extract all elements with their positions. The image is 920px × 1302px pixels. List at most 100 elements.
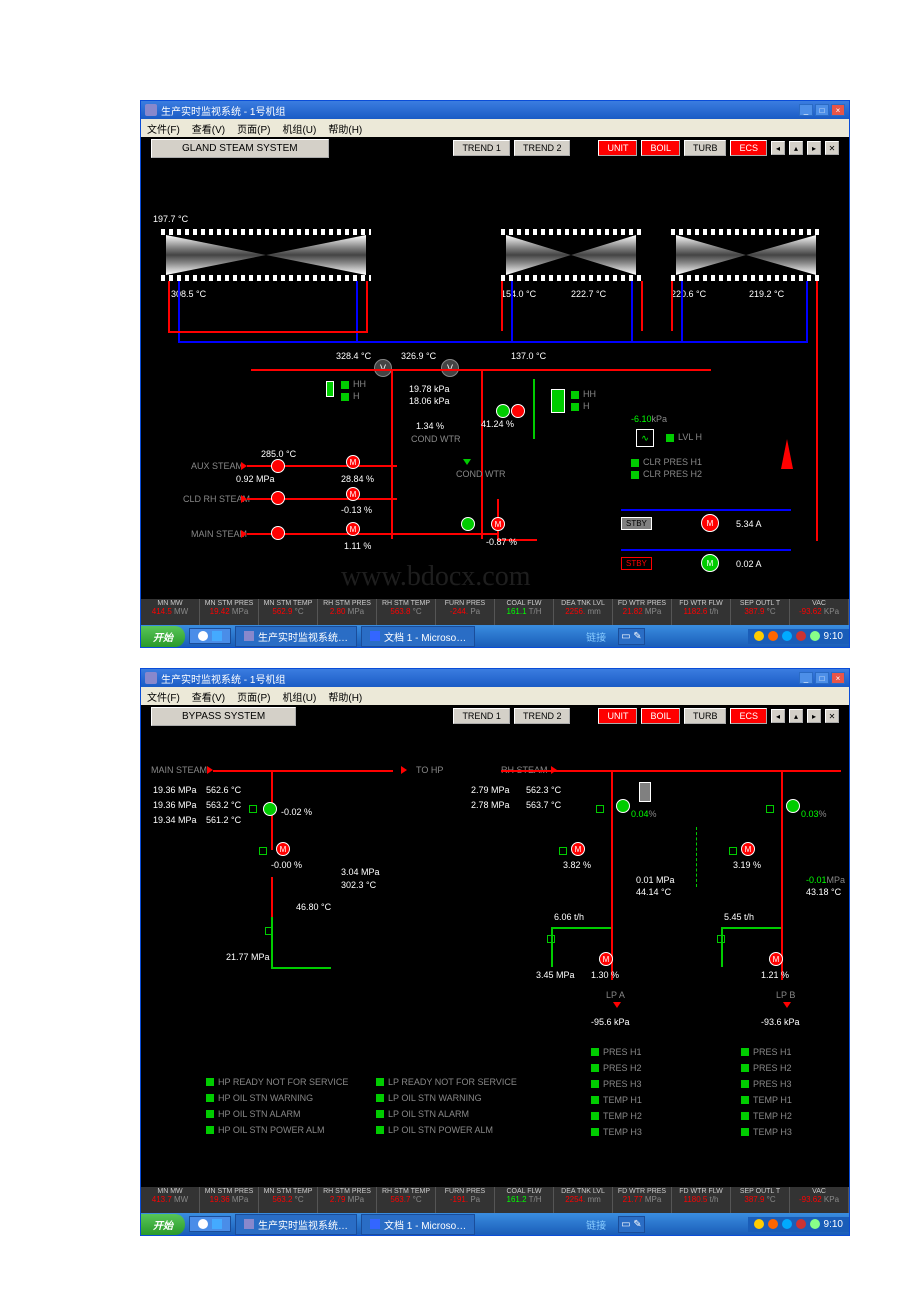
indicator-row: LP OIL STN WARNING <box>376 1093 517 1103</box>
start-button[interactable]: 开始 <box>141 1214 185 1235</box>
tray-icon[interactable] <box>782 1219 792 1229</box>
tray-icon[interactable] <box>782 631 792 641</box>
nav-close-button[interactable]: ✕ <box>825 141 839 155</box>
trend2-button[interactable]: TREND 2 <box>514 708 571 724</box>
trend1-button[interactable]: TREND 1 <box>453 708 510 724</box>
main-pct: 1.11 % <box>344 541 371 551</box>
quick-launch[interactable] <box>189 628 231 644</box>
indicator-row: LP OIL STN ALARM <box>376 1109 517 1119</box>
lpb-pct: 0.03 % <box>801 809 819 819</box>
lpa-f: 6.06 t/h <box>554 912 584 922</box>
hp-g-ind <box>265 927 273 935</box>
close-button[interactable]: × <box>831 672 845 684</box>
start-button[interactable]: 开始 <box>141 626 185 647</box>
lpb-motor: M <box>741 842 755 856</box>
menu-view[interactable]: 查看(V) <box>192 689 225 704</box>
maximize-button[interactable]: □ <box>815 672 829 684</box>
ecs-button[interactable]: ECS <box>730 708 767 724</box>
boil-button[interactable]: BOIL <box>641 140 680 156</box>
titlebar[interactable]: 生产实时监视系统 - 1号机组 _ □ × <box>141 669 849 687</box>
menu-file[interactable]: 文件(F) <box>147 689 180 704</box>
menu-file[interactable]: 文件(F) <box>147 121 180 136</box>
task-item-word[interactable]: 文档 1 - Microso… <box>361 1214 475 1235</box>
nav-close-button[interactable]: ✕ <box>825 709 839 723</box>
trend1-button[interactable]: TREND 1 <box>453 140 510 156</box>
close-button[interactable]: × <box>831 104 845 116</box>
tray-icon[interactable] <box>768 631 778 641</box>
maximize-button[interactable]: □ <box>815 104 829 116</box>
status-col: FD WTR PRES21.82 MPa <box>613 599 672 625</box>
lpa-m-pct: 3.82 % <box>563 860 591 870</box>
lpb-p: -0.01 MPa <box>806 875 827 885</box>
hdr-temp-2: 326.9 °C <box>401 351 436 361</box>
hdr-temp-1: 328.4 °C <box>336 351 371 361</box>
nav-prev-button[interactable]: ◂ <box>771 141 785 155</box>
ecs-button[interactable]: ECS <box>730 140 767 156</box>
titlebar[interactable]: 生产实时监视系统 - 1号机组 _ □ × <box>141 101 849 119</box>
pump-line <box>621 549 791 551</box>
tray-icon[interactable] <box>754 631 764 641</box>
nav-next-button[interactable]: ▸ <box>807 141 821 155</box>
status-bar: MN MW413.7 MWMN STM PRES19.36 MPaMN STM … <box>141 1187 849 1213</box>
cond-wtr-2: COND WTR <box>456 469 506 479</box>
lpb-green-v <box>721 927 723 967</box>
hmi-window-gland-steam: 生产实时监视系统 - 1号机组 _ □ × 文件(F) 查看(V) 页面(P) … <box>140 100 850 648</box>
task-item-hmi[interactable]: 生产实时监视系统… <box>235 1214 357 1235</box>
quick-launch[interactable] <box>189 1216 231 1232</box>
unit-button[interactable]: UNIT <box>598 708 637 724</box>
status-col: RH STM TEMP563.7 °C <box>377 1187 436 1213</box>
tray-icon[interactable] <box>796 631 806 641</box>
menu-page[interactable]: 页面(P) <box>237 121 270 136</box>
tray-icon[interactable] <box>810 631 820 641</box>
task-item-word[interactable]: 文档 1 - Microso… <box>361 626 475 647</box>
lvlh-indicator <box>666 434 674 442</box>
menu-unit[interactable]: 机组(U) <box>282 689 316 704</box>
lang-bar[interactable]: ▭ ✎ <box>618 1216 645 1233</box>
system-tray[interactable]: 9:10 <box>748 629 849 644</box>
status-col: SEP OUTL T387.9 °C <box>731 1187 790 1213</box>
clr1-indicator <box>631 459 639 467</box>
tray-icon[interactable] <box>754 1219 764 1229</box>
unit-button[interactable]: UNIT <box>598 140 637 156</box>
menu-unit[interactable]: 机组(U) <box>282 121 316 136</box>
tray-icon[interactable] <box>768 1219 778 1229</box>
menu-help[interactable]: 帮助(H) <box>328 121 362 136</box>
indicator-row: PRES H3 <box>591 1079 642 1089</box>
system-tray[interactable]: 9:10 <box>748 1217 849 1232</box>
ip-turbine-left <box>506 235 571 275</box>
lpb-indicators: PRES H1PRES H2PRES H3TEMP H1TEMP H2TEMP … <box>741 1047 792 1143</box>
menu-help[interactable]: 帮助(H) <box>328 689 362 704</box>
nav-next-button[interactable]: ▸ <box>807 709 821 723</box>
menu-view[interactable]: 查看(V) <box>192 121 225 136</box>
tray-icon[interactable] <box>796 1219 806 1229</box>
lang-bar[interactable]: ▭ ✎ <box>618 628 645 645</box>
turb-button[interactable]: TURB <box>684 708 727 724</box>
check-valve: V <box>374 359 392 377</box>
nav-prev-button[interactable]: ◂ <box>771 709 785 723</box>
lpb-dash <box>696 827 698 887</box>
minimize-button[interactable]: _ <box>799 672 813 684</box>
ip-temp-2: 222.7 °C <box>571 289 606 299</box>
tank-icon <box>326 381 334 397</box>
h-indicator <box>341 393 349 401</box>
seal-line <box>806 281 808 341</box>
seal-line <box>631 281 633 341</box>
nav-up-button[interactable]: ▴ <box>789 141 803 155</box>
task-item-hmi[interactable]: 生产实时监视系统… <box>235 626 357 647</box>
indicator-row: LP READY NOT FOR SERVICE <box>376 1077 517 1087</box>
lp-indicators: LP READY NOT FOR SERVICE LP OIL STN WARNI… <box>376 1077 517 1141</box>
minimize-button[interactable]: _ <box>799 104 813 116</box>
ms-p1: 19.36 MPa <box>153 785 197 795</box>
boil-button[interactable]: BOIL <box>641 708 680 724</box>
aux-pres: 0.92 MPa <box>236 474 275 484</box>
pump-line <box>621 509 791 511</box>
aux-line <box>247 465 397 467</box>
turb-button[interactable]: TURB <box>684 140 727 156</box>
cld-line <box>247 498 397 500</box>
window-title: 生产实时监视系统 - 1号机组 <box>161 671 285 686</box>
trend2-button[interactable]: TREND 2 <box>514 140 571 156</box>
nav-up-button[interactable]: ▴ <box>789 709 803 723</box>
tray-icon[interactable] <box>810 1219 820 1229</box>
menu-page[interactable]: 页面(P) <box>237 689 270 704</box>
taskbar: 开始 生产实时监视系统… 文档 1 - Microso… 链接 ▭ ✎ 9:10 <box>141 1213 849 1235</box>
